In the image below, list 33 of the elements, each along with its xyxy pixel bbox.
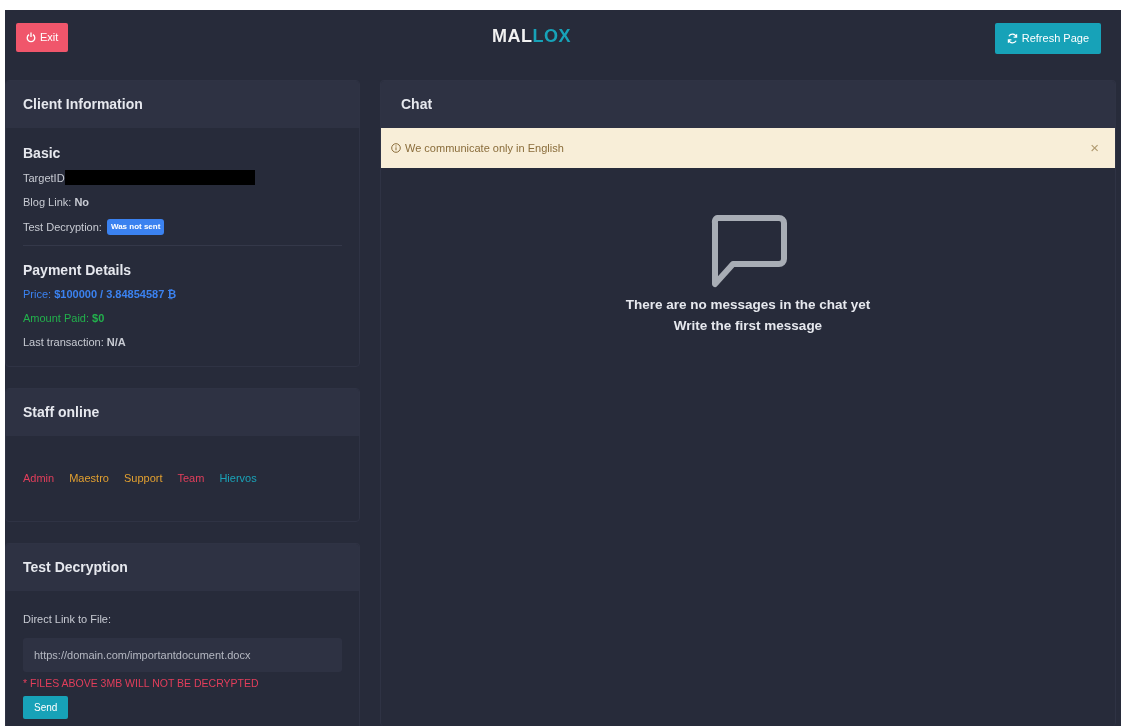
empty-state-text: Write the first message	[672, 317, 824, 336]
staff-name: Team	[177, 470, 205, 486]
send-button[interactable]: Send	[23, 695, 69, 719]
staff-name: Admin	[23, 470, 55, 486]
staff-name: Hiervos	[219, 470, 257, 486]
field-label: Direct Link to File:	[23, 612, 113, 627]
warning-text: * FILES ABOVE 3MB WILL NOT BE DECRYPTED	[23, 676, 260, 691]
last-transaction-text: Last transaction: N/A	[23, 335, 127, 350]
staff-name: Support	[123, 470, 163, 486]
card-title: Chat	[381, 80, 1115, 128]
alert-text: We communicate only in English	[405, 140, 564, 156]
card-title: Client Information	[6, 80, 359, 128]
section-heading: Basic	[23, 143, 62, 163]
refresh-icon	[1006, 32, 1018, 44]
test-decryption-label: Test Decryption:	[23, 220, 102, 235]
exit-button[interactable]: Exit	[16, 23, 69, 52]
logo-text: LOX	[532, 26, 572, 46]
blog-link-text: Blog Link: No	[23, 195, 91, 210]
target-id-label: TargetID	[23, 170, 65, 185]
status-badge: Was not sent	[106, 219, 165, 236]
logo-text: MAL	[492, 26, 533, 46]
power-icon	[26, 31, 36, 43]
card-title: Test Decryption	[6, 544, 359, 591]
section-heading: Payment Details	[23, 261, 133, 281]
amount-paid-text: Amount Paid: $0	[23, 311, 106, 326]
info-icon	[391, 143, 401, 153]
link-input-field[interactable]: https://domain.com/importantdocument.docx	[23, 637, 342, 672]
refresh-button[interactable]: Refresh Page	[994, 23, 1101, 54]
price-text: Price: $100000 / 3.84854587 ₿	[23, 287, 178, 302]
staff-name: Maestro	[69, 470, 109, 486]
empty-state-text: There are no messages in the chat yet	[625, 296, 871, 315]
card-title: Staff online	[6, 388, 359, 436]
close-button[interactable]: ×	[1090, 136, 1099, 160]
